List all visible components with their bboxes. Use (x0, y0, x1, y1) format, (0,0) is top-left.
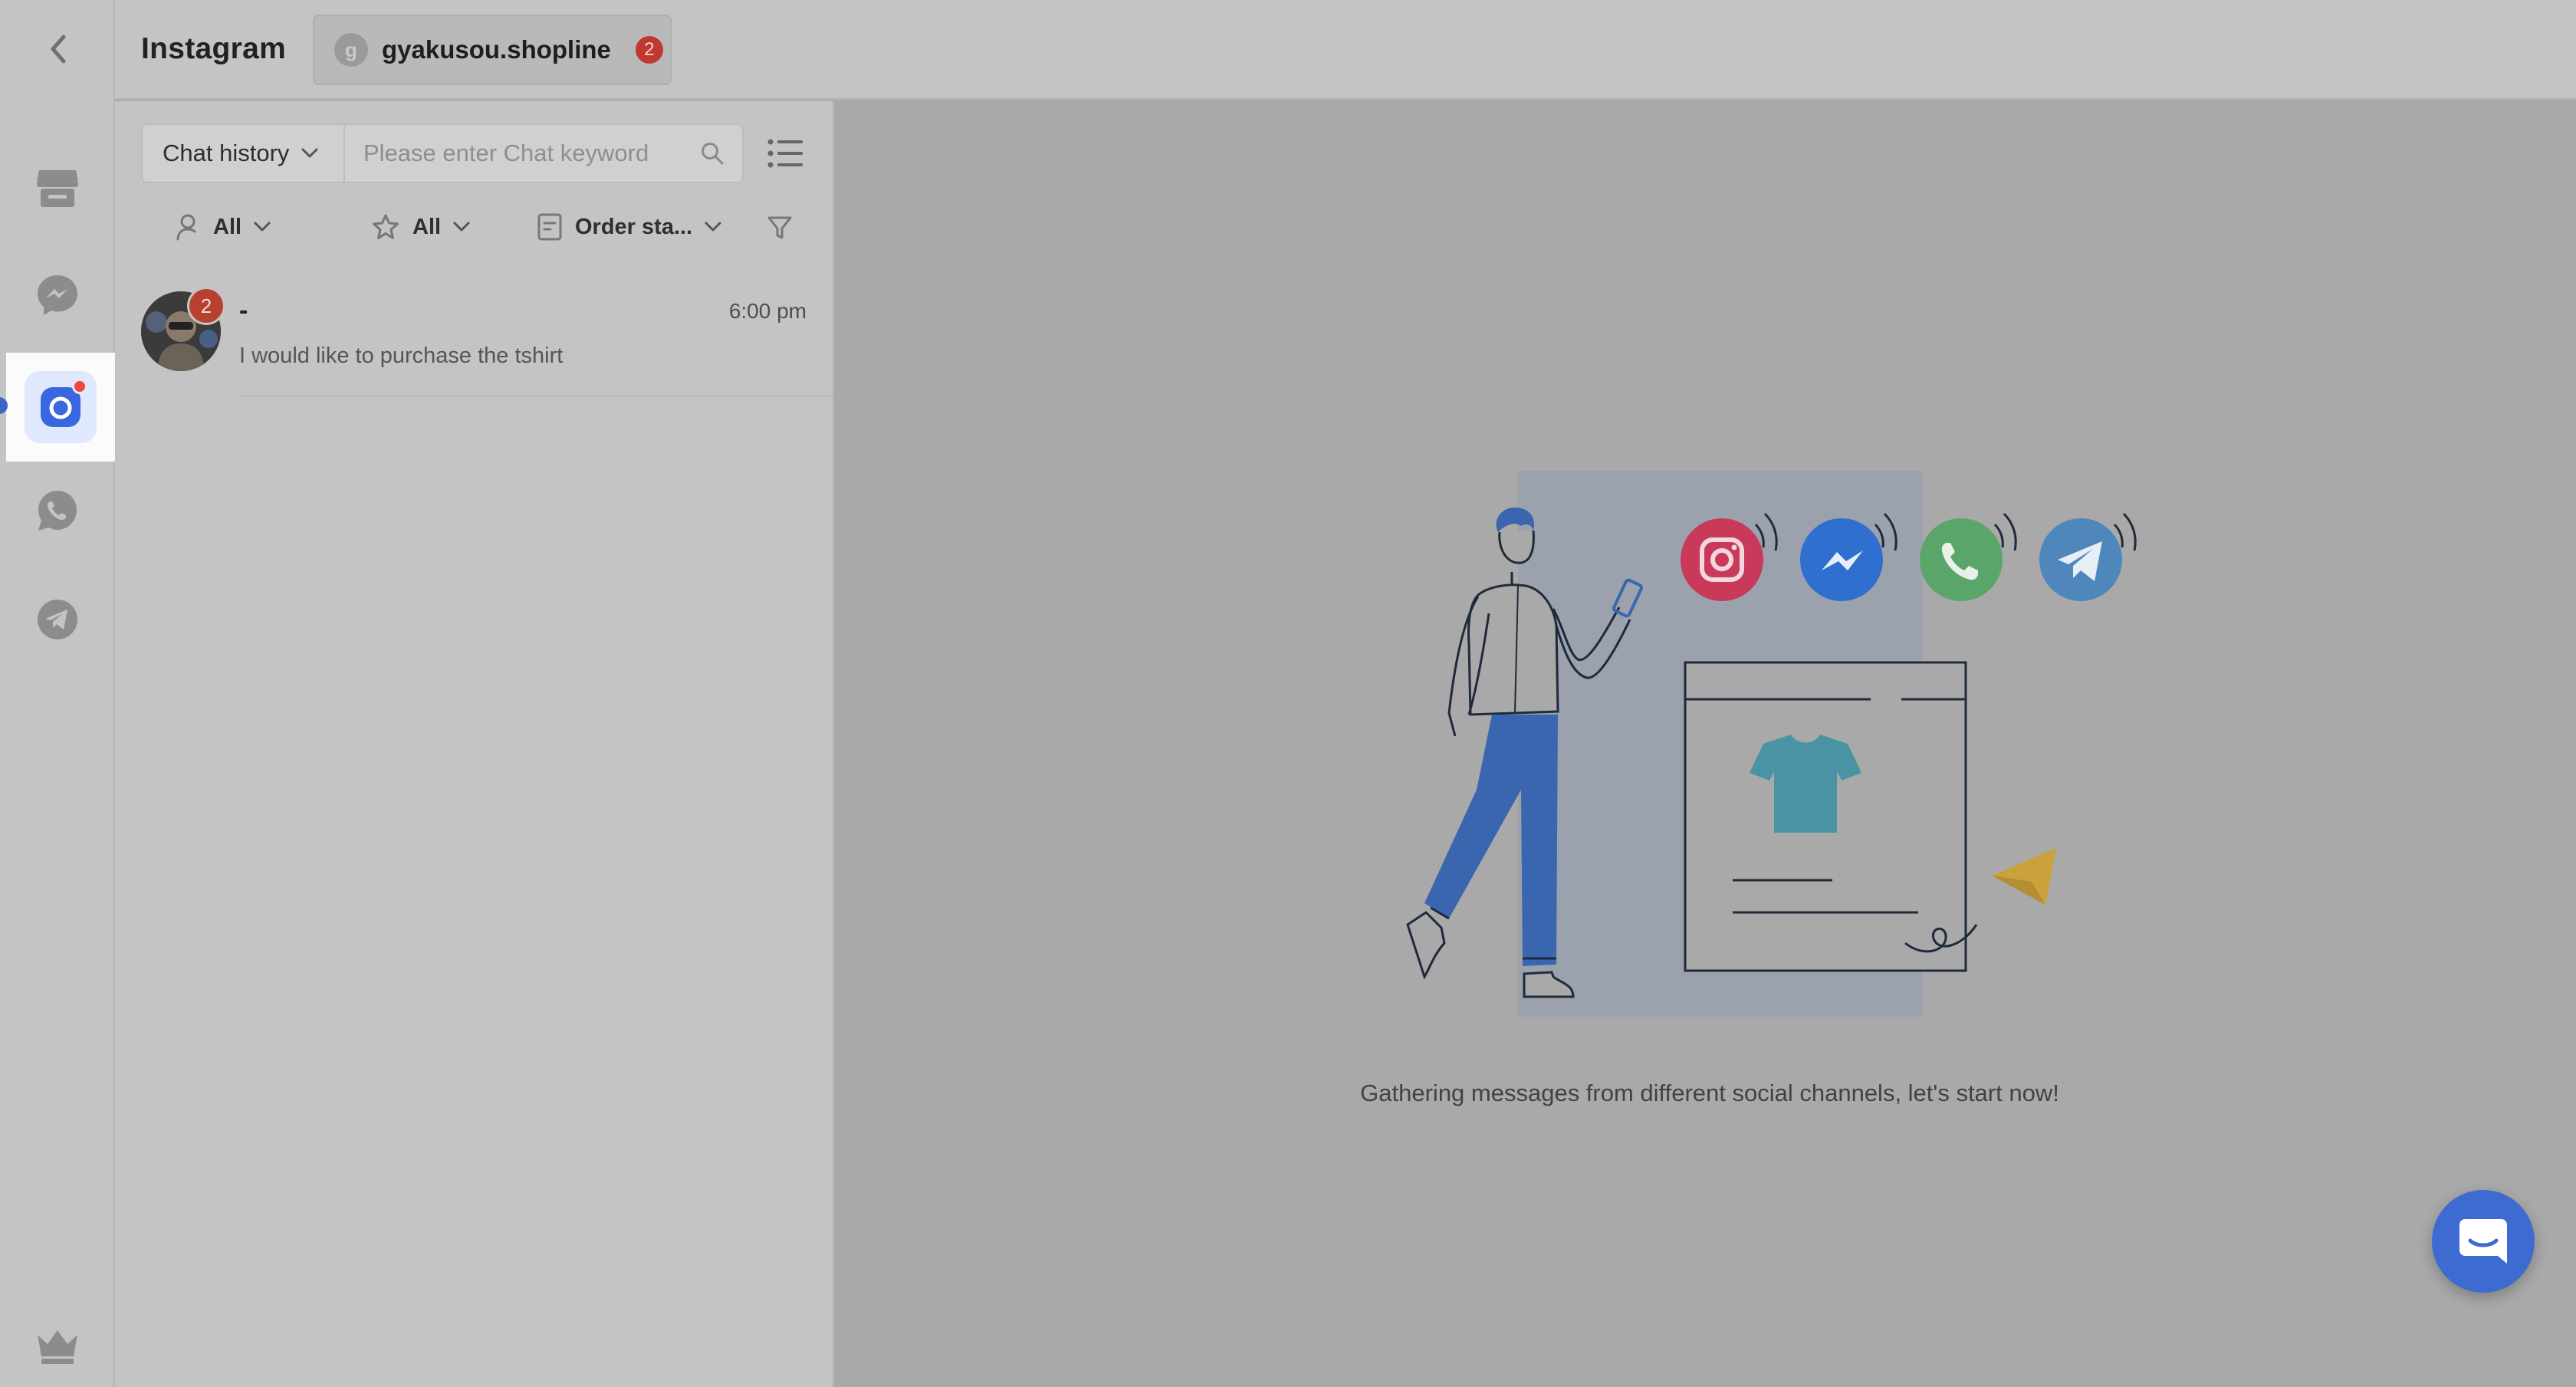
crown-icon (38, 1330, 77, 1364)
message-preview: I would like to purchase the tshirt (239, 343, 564, 368)
search-type-label: Chat history (163, 140, 290, 166)
app-rail (0, 0, 115, 1387)
advanced-filter-button[interactable] (762, 210, 797, 245)
unread-badge: 2 (635, 36, 663, 64)
upgrade-button[interactable] (28, 1317, 87, 1375)
search-input[interactable] (345, 125, 682, 182)
star-icon (373, 214, 399, 239)
unread-badge: 2 (187, 287, 225, 325)
notification-dot (72, 379, 87, 394)
search-type-select[interactable]: Chat history (143, 125, 345, 182)
rail-item-store[interactable] (28, 158, 87, 216)
assignee-filter[interactable]: All (175, 204, 271, 250)
list-icon (767, 139, 803, 168)
conversation-item[interactable]: 2 - 6:00 pm I would like to purchase the… (115, 278, 834, 397)
list-view-button[interactable] (764, 132, 807, 175)
store-icon (37, 170, 78, 207)
messenger-icon (38, 275, 77, 315)
star-filter-label: All (412, 214, 442, 239)
chevron-down-icon (254, 222, 271, 232)
rail-item-messenger[interactable] (28, 266, 87, 324)
search-icon (702, 143, 724, 165)
contact-name: - (239, 296, 248, 325)
divider (239, 396, 834, 397)
search-bar: Chat history (141, 123, 744, 183)
star-filter[interactable]: All (371, 204, 470, 250)
account-name: gyakusou.shopline (382, 35, 611, 64)
rail-item-instagram[interactable] (6, 353, 115, 462)
chat-bubble-icon (2459, 1219, 2507, 1264)
empty-state-illustration (1406, 471, 2137, 1017)
product-card-illustration (1684, 661, 1978, 972)
search-button[interactable] (682, 125, 742, 182)
rail-item-telegram[interactable] (28, 590, 87, 649)
back-button[interactable] (41, 32, 75, 66)
empty-state-message: Gathering messages from different social… (1360, 1080, 2059, 1106)
page-title: Instagram (141, 32, 287, 65)
rail-item-whatsapp[interactable] (28, 482, 87, 540)
order-status-filter[interactable]: Order sta... (537, 204, 721, 250)
chevron-down-icon (453, 222, 470, 232)
chevron-left-icon (51, 35, 66, 64)
paper-plane-illustration (1992, 848, 2056, 905)
whatsapp-icon (38, 491, 77, 531)
account-avatar: g (334, 33, 368, 67)
account-tab[interactable]: g gyakusou.shopline 2 (313, 15, 672, 85)
chevron-down-icon (301, 148, 318, 158)
telegram-icon (2039, 512, 2137, 601)
whatsapp-icon (1920, 512, 2017, 601)
user-icon (176, 214, 196, 241)
filter-icon (767, 216, 792, 239)
support-chat-launcher[interactable] (2432, 1190, 2535, 1293)
message-time: 6:00 pm (728, 299, 807, 323)
telegram-icon (38, 600, 77, 639)
assignee-filter-label: All (213, 214, 242, 239)
order-status-filter-label: Order sta... (575, 214, 693, 239)
chevron-down-icon (705, 222, 721, 232)
document-icon (537, 213, 562, 241)
